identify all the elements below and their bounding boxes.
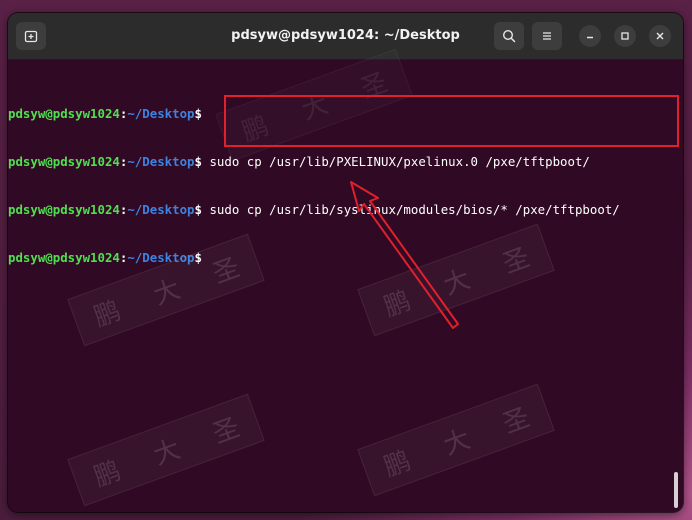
close-icon [656, 32, 664, 40]
prompt-user-host: pdsyw@pdsyw1024 [8, 154, 120, 169]
maximize-icon [621, 32, 629, 40]
title-bar: pdsyw@pdsyw1024: ~/Desktop [8, 13, 683, 60]
search-button[interactable] [494, 22, 524, 50]
watermark: 鹏大圣 [67, 393, 265, 507]
minimize-icon [587, 36, 593, 39]
terminal-output-area[interactable]: pdsyw@pdsyw1024:~/Desktop$ pdsyw@pdsyw10… [8, 48, 683, 512]
prompt-path: ~/Desktop [127, 250, 195, 265]
watermark-char: 鹏 [379, 445, 415, 483]
watermark-char: 大 [439, 423, 475, 461]
terminal-cursor [202, 250, 209, 264]
watermark-char: 圣 [209, 412, 244, 450]
search-icon [502, 29, 516, 43]
prompt-user-host: pdsyw@pdsyw1024 [8, 250, 120, 265]
prompt-symbol: $ [194, 202, 202, 217]
maximize-button[interactable] [614, 25, 636, 47]
terminal-line: pdsyw@pdsyw1024:~/Desktop$ [8, 250, 620, 266]
watermark-char: 圣 [499, 402, 534, 440]
prompt-user-host: pdsyw@pdsyw1024 [8, 202, 120, 217]
watermark-char: 大 [149, 433, 185, 471]
prompt-symbol: $ [194, 250, 202, 265]
hamburger-menu-icon [543, 32, 551, 40]
terminal-line: pdsyw@pdsyw1024:~/Desktop$ sudo cp /usr/… [8, 154, 620, 170]
minimize-button[interactable] [579, 25, 601, 47]
close-button[interactable] [649, 25, 671, 47]
command-text: sudo cp /usr/lib/syslinux/modules/bios/*… [201, 202, 620, 217]
new-tab-icon [24, 30, 38, 43]
prompt-path: ~/Desktop [127, 106, 195, 121]
prompt-user-host: pdsyw@pdsyw1024 [8, 106, 120, 121]
scrollbar-thumb[interactable] [674, 472, 678, 508]
prompt-path: ~/Desktop [127, 202, 195, 217]
watermark: 鹏大圣 [357, 383, 555, 497]
prompt-path: ~/Desktop [127, 154, 195, 169]
menu-button[interactable] [532, 22, 562, 50]
command-text: sudo cp /usr/lib/PXELINUX/pxelinux.0 /px… [201, 154, 590, 169]
command-highlight-box [224, 95, 679, 147]
prompt-symbol: $ [194, 106, 202, 121]
watermark-char: 鹏 [89, 455, 125, 493]
terminal-line: pdsyw@pdsyw1024:~/Desktop$ sudo cp /usr/… [8, 202, 620, 218]
terminal-window: pdsyw@pdsyw1024: ~/Desktop pdsyw@pdsyw10… [8, 13, 683, 512]
prompt-symbol: $ [194, 154, 202, 169]
new-tab-button[interactable] [16, 22, 46, 50]
